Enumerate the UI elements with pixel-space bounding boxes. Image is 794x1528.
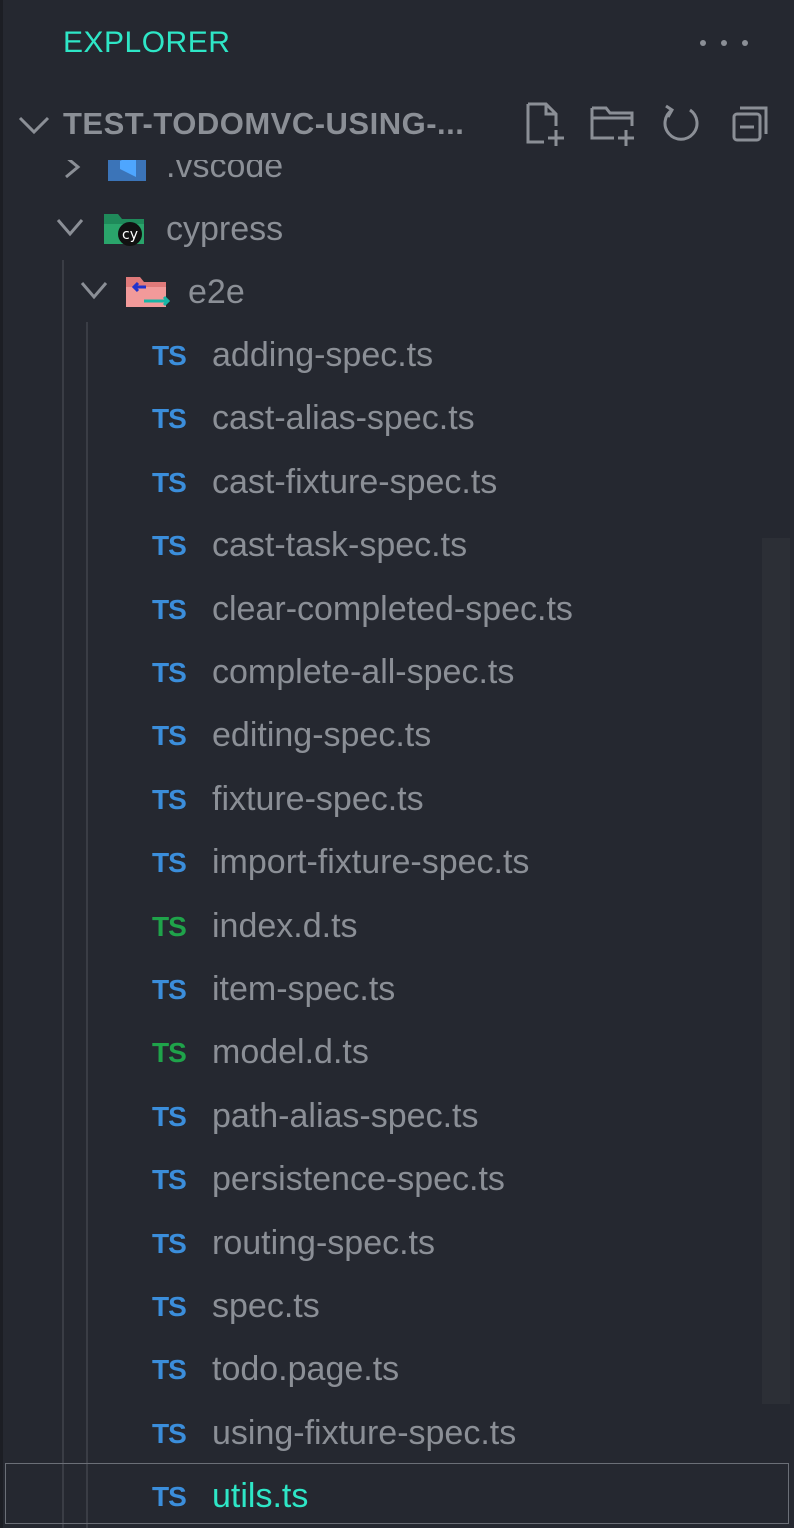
tree-file-item[interactable]: TS model.d.ts <box>0 1021 794 1084</box>
e2e-folder-icon <box>126 277 171 307</box>
collapse-all-icon[interactable] <box>724 100 774 150</box>
tree-file-item[interactable]: TS index.d.ts <box>0 895 794 958</box>
vscode-folder-icon <box>108 160 146 181</box>
cypress-folder-icon: cy <box>104 214 144 246</box>
file-label: cast-task-spec.ts <box>212 526 468 565</box>
typescript-file-icon: TS <box>152 403 187 435</box>
typescript-file-icon: TS <box>152 466 187 498</box>
tree-file-item[interactable]: TS item-spec.ts <box>0 958 794 1021</box>
typescript-file-icon: TS <box>152 1354 187 1386</box>
typescript-file-icon: TS <box>152 1037 187 1069</box>
tree-file-item[interactable]: TS todo.page.ts <box>0 1338 794 1401</box>
folder-label: .vscode <box>166 160 284 185</box>
new-file-icon[interactable] <box>520 100 570 150</box>
file-label: todo.page.ts <box>212 1350 400 1389</box>
file-label: model.d.ts <box>212 1033 369 1072</box>
tree-folder-e2e[interactable]: e2e <box>0 261 794 324</box>
vertical-scrollbar[interactable] <box>762 538 790 1404</box>
chevron-down-icon[interactable] <box>54 216 86 240</box>
file-label: routing-spec.ts <box>212 1223 435 1262</box>
tree-file-item[interactable]: TS using-fixture-spec.ts <box>0 1402 794 1465</box>
tree-file-item[interactable]: TS cast-fixture-spec.ts <box>0 451 794 514</box>
tree-file-item[interactable]: TS routing-spec.ts <box>0 1212 794 1275</box>
explorer-title: EXPLORER <box>63 26 231 59</box>
tree-file-item[interactable]: TS spec.ts <box>0 1275 794 1338</box>
file-label: editing-spec.ts <box>212 716 432 755</box>
typescript-file-icon: TS <box>152 783 187 815</box>
typescript-file-icon: TS <box>152 847 187 879</box>
typescript-file-icon: TS <box>152 974 187 1005</box>
typescript-file-icon: TS <box>152 530 187 562</box>
more-actions-icon[interactable] <box>700 26 748 60</box>
chevron-right-icon[interactable] <box>60 160 84 181</box>
tree-file-item[interactable]: TS adding-spec.ts <box>0 324 794 387</box>
refresh-icon[interactable] <box>656 100 706 150</box>
file-label: index.d.ts <box>212 906 358 945</box>
tree-folder-cypress[interactable]: cy cypress <box>0 198 794 261</box>
file-label: complete-all-spec.ts <box>212 653 515 691</box>
folder-label: e2e <box>188 273 245 311</box>
typescript-file-icon: TS <box>152 1164 187 1196</box>
tree-file-item[interactable]: TS clear-completed-spec.ts <box>0 578 794 641</box>
typescript-file-icon: TS <box>152 593 187 625</box>
chevron-down-icon[interactable] <box>16 110 52 140</box>
tree-file-item[interactable]: TS path-alias-spec.ts <box>0 1085 794 1148</box>
file-label: path-alias-spec.ts <box>212 1096 479 1135</box>
svg-text:cy: cy <box>122 227 138 243</box>
file-label: import-fixture-spec.ts <box>212 843 530 882</box>
new-folder-icon[interactable] <box>588 100 638 150</box>
file-tree: .vscode cy cypress e2e TS adding-spec.ts T… <box>0 160 794 1528</box>
file-label: item-spec.ts <box>212 970 396 1008</box>
typescript-file-icon: TS <box>152 1417 187 1449</box>
typescript-file-icon: TS <box>152 1227 187 1259</box>
tree-file-item[interactable]: TS import-fixture-spec.ts <box>0 831 794 894</box>
file-label: using-fixture-spec.ts <box>212 1413 517 1452</box>
selected-row-outline <box>5 1463 789 1524</box>
typescript-file-icon: TS <box>152 720 187 752</box>
file-label: adding-spec.ts <box>212 336 434 374</box>
tree-file-item[interactable]: TS persistence-spec.ts <box>0 1148 794 1211</box>
file-label: cast-fixture-spec.ts <box>212 462 498 501</box>
tree-folder-vscode[interactable]: .vscode <box>0 160 794 198</box>
tree-file-item[interactable]: TS cast-task-spec.ts <box>0 514 794 577</box>
tree-file-item[interactable]: TS cast-alias-spec.ts <box>0 387 794 450</box>
folder-label: cypress <box>166 210 284 248</box>
file-label: fixture-spec.ts <box>212 779 424 818</box>
typescript-file-icon: TS <box>152 1100 187 1132</box>
tree-file-item[interactable]: TS editing-spec.ts <box>0 704 794 767</box>
typescript-file-icon: TS <box>152 340 187 371</box>
file-label: persistence-spec.ts <box>212 1160 505 1199</box>
typescript-file-icon: TS <box>152 1291 187 1322</box>
file-label: cast-alias-spec.ts <box>212 399 475 438</box>
typescript-file-icon: TS <box>152 657 187 688</box>
explorer-header: EXPLORER <box>0 0 794 90</box>
tree-file-item[interactable]: TS fixture-spec.ts <box>0 768 794 831</box>
tree-file-item[interactable]: TS complete-all-spec.ts <box>0 641 794 704</box>
workspace-title[interactable]: TEST-TODOMVC-USING-... <box>63 106 464 142</box>
chevron-down-icon[interactable] <box>78 279 110 303</box>
typescript-file-icon: TS <box>152 910 187 942</box>
file-label: clear-completed-spec.ts <box>212 589 573 628</box>
file-label: spec.ts <box>212 1287 320 1325</box>
